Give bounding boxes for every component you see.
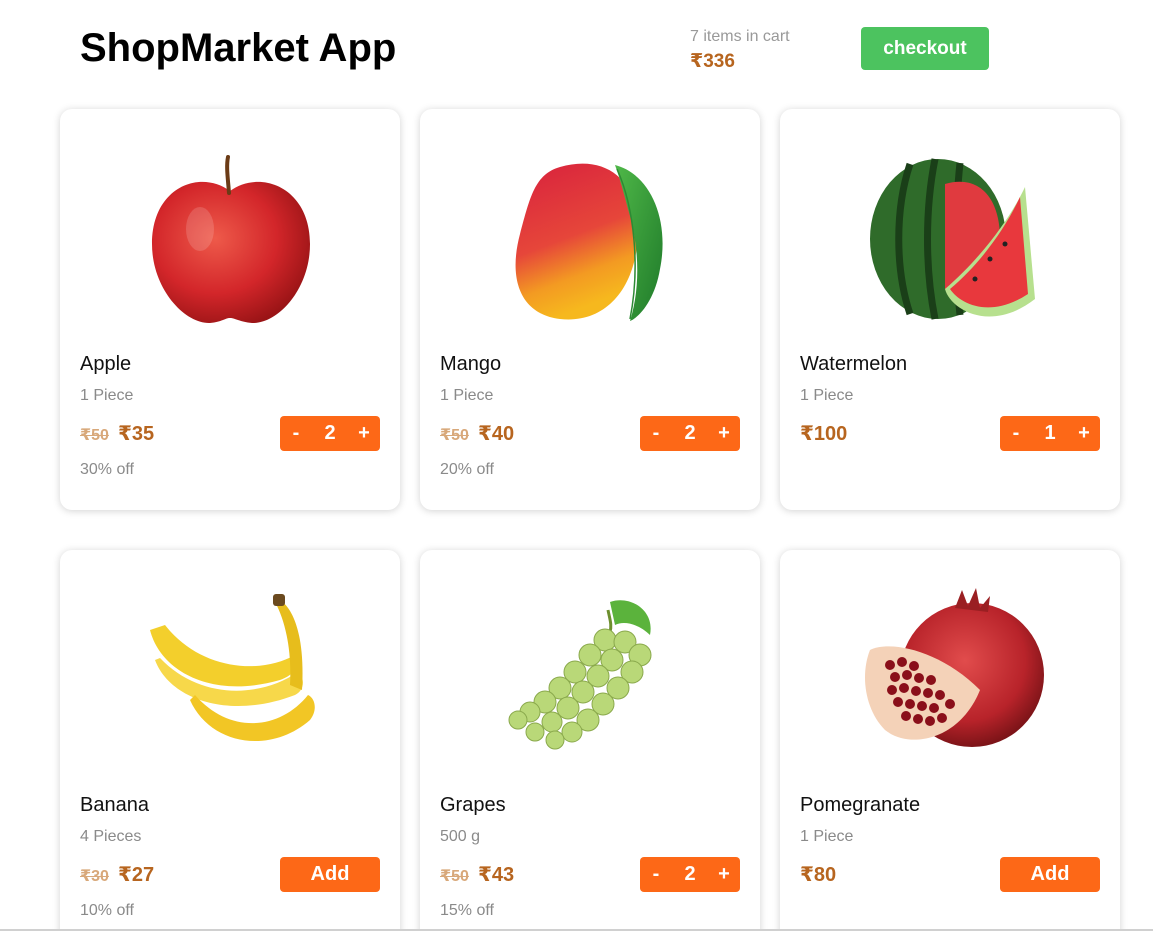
product-card-watermelon: Watermelon 1 Piece ₹100 - 1 +: [780, 109, 1120, 510]
grapes-icon: [490, 580, 690, 780]
increment-button[interactable]: +: [708, 857, 740, 892]
sale-price: ₹27: [117, 864, 155, 886]
product-card-apple: Apple 1 Piece ₹50 ₹35 30% off - 2 +: [60, 109, 400, 510]
product-unit: 4 Pieces: [80, 828, 142, 845]
decrement-button[interactable]: -: [280, 416, 312, 451]
original-price: ₹50: [80, 427, 109, 444]
product-name: Watermelon: [800, 353, 908, 375]
sale-price: ₹100: [800, 423, 848, 445]
product-name: Pomegranate: [800, 794, 921, 816]
quantity-value: 2: [684, 863, 696, 885]
product-name: Mango: [440, 353, 502, 375]
discount-label: 30% off: [80, 461, 134, 478]
shop-page: ShopMarket App 7 items in cart ₹336 chec…: [0, 0, 1153, 931]
increment-button[interactable]: +: [348, 416, 380, 451]
price-row: ₹30 ₹27: [80, 862, 154, 887]
quantity-value: 1: [1044, 422, 1056, 444]
banana-icon: [130, 580, 330, 780]
price-row: ₹100: [800, 421, 847, 446]
add-to-cart-button[interactable]: Add: [1000, 857, 1100, 892]
quantity-value: 2: [684, 422, 696, 444]
discount-label: 20% off: [440, 461, 494, 478]
quantity-value: 2: [324, 422, 336, 444]
apple-icon: [130, 139, 330, 339]
cart-total: ₹336: [690, 51, 735, 72]
price-row: ₹50 ₹35: [80, 421, 154, 446]
cart-item-count: 7 items in cart: [690, 28, 790, 45]
decrement-button[interactable]: -: [640, 416, 672, 451]
mango-icon: [490, 139, 690, 339]
sale-price: ₹43: [477, 864, 515, 886]
quantity-stepper: - 2 +: [640, 857, 740, 892]
price-row: ₹50 ₹43: [440, 862, 514, 887]
product-card-pomegranate: Pomegranate 1 Piece ₹80 Add: [780, 550, 1120, 931]
product-card-banana: Banana 4 Pieces ₹30 ₹27 10% off Add: [60, 550, 400, 931]
price-row: ₹50 ₹40: [440, 421, 514, 446]
product-unit: 1 Piece: [440, 387, 494, 404]
original-price: ₹30: [80, 868, 109, 885]
product-unit: 500 g: [440, 828, 481, 845]
increment-button[interactable]: +: [1068, 416, 1100, 451]
product-unit: 1 Piece: [80, 387, 134, 404]
product-name: Grapes: [440, 794, 506, 816]
sale-price: ₹80: [800, 864, 837, 886]
product-name: Banana: [80, 794, 149, 816]
increment-button[interactable]: +: [708, 416, 740, 451]
discount-label: 10% off: [80, 902, 134, 919]
discount-label: 15% off: [440, 902, 494, 919]
add-to-cart-button[interactable]: Add: [280, 857, 380, 892]
product-card-grapes: Grapes 500 g ₹50 ₹43 15% off - 2 +: [420, 550, 760, 931]
sale-price: ₹35: [117, 423, 155, 445]
quantity-stepper: - 2 +: [640, 416, 740, 451]
quantity-stepper: - 1 +: [1000, 416, 1100, 451]
product-unit: 1 Piece: [800, 828, 854, 845]
watermelon-icon: [850, 139, 1050, 339]
price-row: ₹80: [800, 862, 836, 887]
product-name: Apple: [80, 353, 132, 375]
cart-summary: 7 items in cart ₹336: [690, 28, 790, 73]
product-card-mango: Mango 1 Piece ₹50 ₹40 20% off - 2 +: [420, 109, 760, 510]
original-price: ₹50: [440, 427, 469, 444]
checkout-button[interactable]: checkout: [861, 27, 989, 70]
pomegranate-icon: [850, 580, 1050, 780]
product-unit: 1 Piece: [800, 387, 854, 404]
original-price: ₹50: [440, 868, 469, 885]
quantity-stepper: - 2 +: [280, 416, 380, 451]
product-grid: Apple 1 Piece ₹50 ₹35 30% off - 2 + Mang…: [60, 109, 1120, 931]
decrement-button[interactable]: -: [1000, 416, 1032, 451]
app-title: ShopMarket App: [80, 26, 397, 70]
decrement-button[interactable]: -: [640, 857, 672, 892]
sale-price: ₹40: [477, 423, 515, 445]
